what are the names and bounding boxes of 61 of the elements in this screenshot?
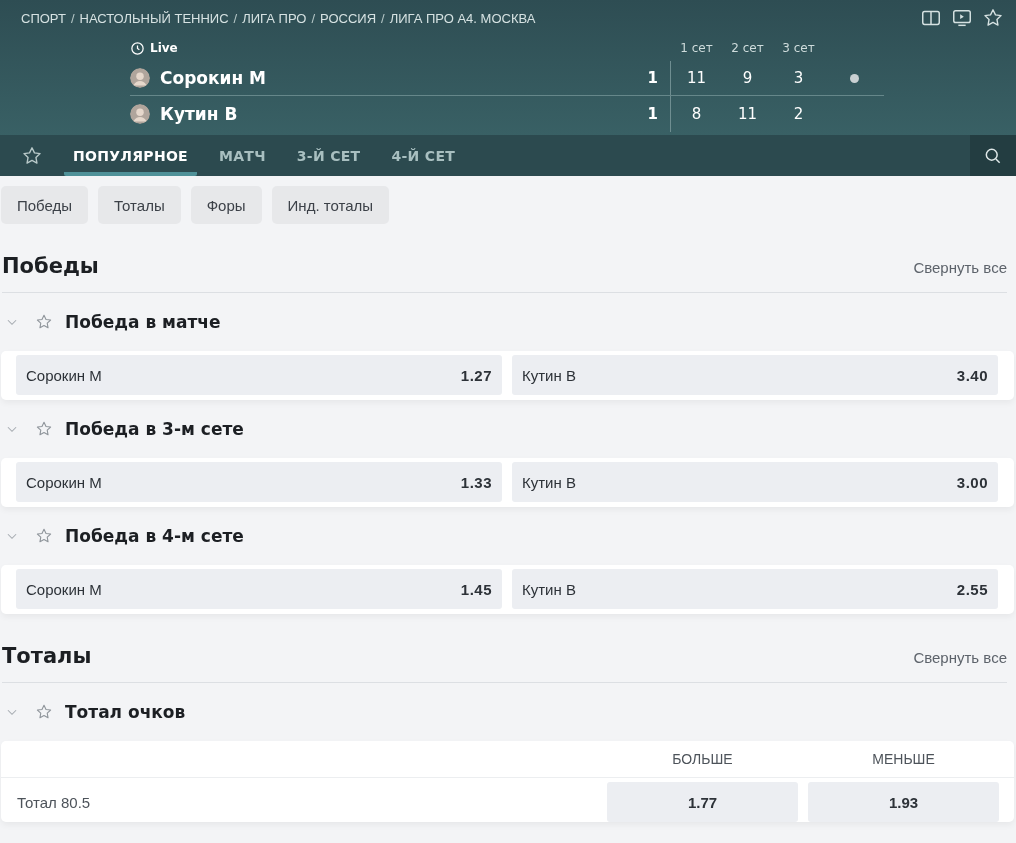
odds-button[interactable]: 1.93 bbox=[808, 782, 999, 822]
tab[interactable]: 3-Й СЕТ bbox=[287, 135, 370, 176]
odds-button[interactable]: Кутин В 3.40 bbox=[512, 355, 998, 395]
set-score: 9 bbox=[741, 69, 754, 87]
player-name: Кутин В bbox=[160, 104, 238, 124]
odds-button[interactable]: 1.77 bbox=[607, 782, 798, 822]
star-icon[interactable] bbox=[35, 313, 53, 331]
star-icon[interactable] bbox=[35, 420, 53, 438]
filter-chip[interactable]: Тоталы bbox=[98, 186, 181, 224]
breadcrumb-link[interactable]: РОССИЯ bbox=[320, 10, 377, 26]
odds-button[interactable]: Сорокин М 1.33 bbox=[16, 462, 502, 502]
player-name: Сорокин М bbox=[160, 68, 267, 88]
star-icon[interactable] bbox=[35, 703, 53, 721]
star-icon[interactable] bbox=[35, 527, 53, 545]
filter-chip[interactable]: Форы bbox=[190, 186, 262, 224]
section-title: Тоталы bbox=[2, 644, 92, 668]
match-status: Live bbox=[150, 41, 178, 55]
market-title[interactable]: Победа в 3-м сете bbox=[65, 419, 244, 439]
set-label: 3 сет bbox=[781, 41, 816, 55]
column-header: МЕНЬШЕ bbox=[871, 751, 936, 767]
market-title[interactable]: Тотал очков bbox=[65, 702, 186, 722]
breadcrumb-link[interactable]: ЛИГА ПРО А4. МОСКВА bbox=[389, 10, 536, 26]
tab[interactable]: 4-Й СЕТ bbox=[382, 135, 465, 176]
breadcrumb-link[interactable]: СПОРТ bbox=[21, 10, 66, 26]
breadcrumb-link[interactable]: ЛИГА ПРО bbox=[242, 10, 307, 26]
set-label: 1 сет bbox=[679, 41, 714, 55]
video-icon[interactable] bbox=[951, 7, 973, 29]
breadcrumb-separator: / bbox=[70, 10, 75, 26]
set-score: 8 bbox=[690, 105, 703, 123]
filter-chip[interactable]: Инд. тоталы bbox=[271, 186, 389, 224]
set-score: 11 bbox=[736, 105, 759, 123]
breadcrumb-separator: / bbox=[381, 10, 385, 26]
market-title[interactable]: Победа в матче bbox=[65, 312, 221, 332]
collapse-all-link[interactable]: Свернуть все bbox=[913, 649, 1007, 666]
set-score: 2 bbox=[792, 105, 805, 123]
search-button[interactable] bbox=[970, 135, 1016, 176]
avatar-icon bbox=[130, 68, 150, 88]
odds-button[interactable]: Сорокин М 1.45 bbox=[16, 569, 502, 609]
star-icon[interactable] bbox=[982, 7, 1004, 29]
set-score: 3 bbox=[792, 69, 805, 87]
odds-button[interactable]: Кутин В 3.00 bbox=[512, 462, 998, 502]
tab[interactable]: МАТЧ bbox=[210, 135, 275, 176]
row-label: Тотал 80.5 bbox=[17, 793, 92, 811]
set-score: 11 bbox=[685, 69, 708, 87]
column-header: БОЛЬШЕ bbox=[671, 751, 734, 767]
breadcrumb-link[interactable]: НАСТОЛЬНЫЙ ТЕННИС bbox=[79, 10, 229, 26]
odds-button[interactable]: Кутин В 2.55 bbox=[512, 569, 998, 609]
section-title: Победы bbox=[2, 254, 99, 278]
star-icon[interactable] bbox=[21, 144, 43, 167]
tab[interactable]: ПОПУЛЯРНОЕ bbox=[64, 135, 197, 176]
avatar-icon bbox=[130, 104, 150, 124]
clock-icon bbox=[130, 40, 145, 56]
odds-button[interactable]: Сорокин М 1.27 bbox=[16, 355, 502, 395]
breadcrumb-separator: / bbox=[233, 10, 238, 26]
filter-chip[interactable]: Победы bbox=[1, 186, 89, 224]
match-score: 1 bbox=[646, 69, 659, 87]
match-score: 1 bbox=[646, 105, 659, 123]
set-label: 2 сет bbox=[730, 41, 765, 55]
collapse-all-link[interactable]: Свернуть все bbox=[913, 259, 1007, 276]
market-title[interactable]: Победа в 4-м сете bbox=[65, 526, 244, 546]
breadcrumb-separator: / bbox=[311, 10, 315, 26]
